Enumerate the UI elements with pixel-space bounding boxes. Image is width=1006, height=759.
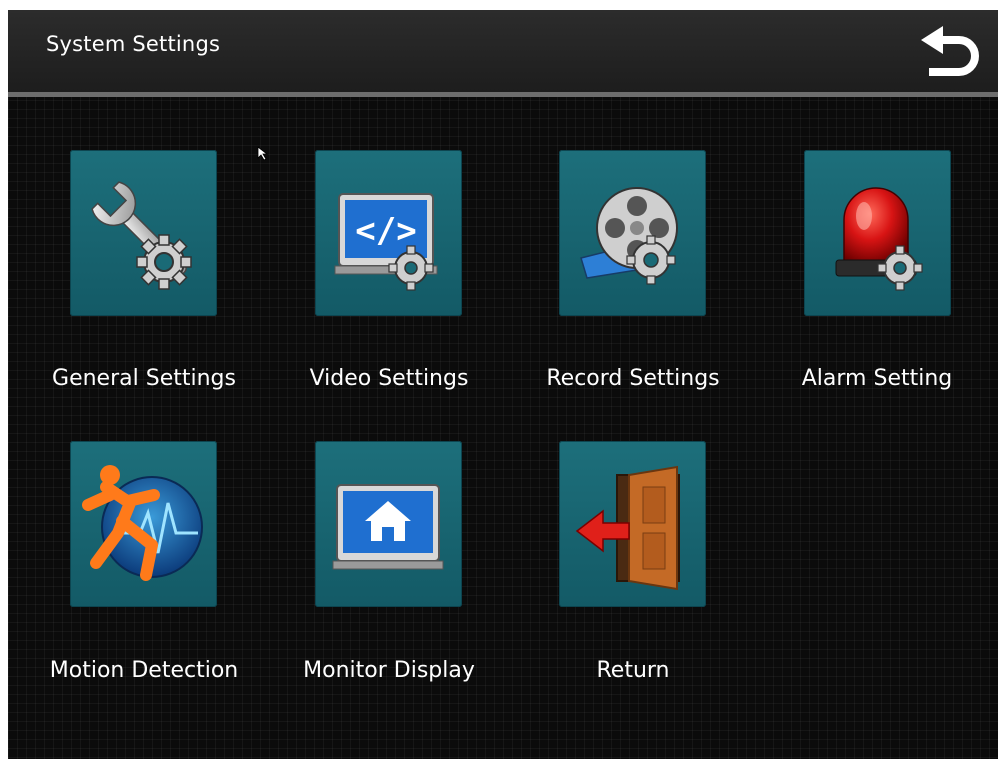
video-settings-button[interactable]: </> (315, 150, 462, 316)
return-label: Return (596, 658, 670, 683)
exit-door-icon (575, 465, 680, 591)
svg-text:</>: </> (355, 211, 416, 251)
general-settings-button[interactable] (70, 150, 217, 316)
record-settings-button[interactable] (559, 150, 706, 316)
wrench-gear-icon (91, 181, 192, 290)
return-button[interactable] (559, 441, 706, 607)
running-man-icon (82, 465, 203, 581)
mouse-cursor-icon (257, 146, 269, 161)
title-bar: System Settings (8, 10, 998, 92)
monitor-display-button[interactable] (315, 441, 462, 607)
video-settings-label: Video Settings (309, 366, 469, 391)
undo-arrow-icon (921, 26, 979, 76)
record-settings-label: Record Settings (546, 366, 720, 391)
motion-detection-button[interactable] (70, 441, 217, 607)
general-settings-label: General Settings (52, 366, 236, 391)
alarm-setting-button[interactable] (804, 150, 951, 316)
back-button[interactable] (913, 22, 985, 82)
header-divider (8, 92, 998, 97)
page-title: System Settings (46, 32, 221, 56)
alarm-setting-label: Alarm Setting (801, 366, 953, 391)
video-code-gear-icon: </> (334, 193, 438, 291)
monitor-home-icon (332, 484, 444, 570)
system-settings-screen: System Settings General Settings </> Vid… (8, 10, 998, 759)
motion-detection-label: Motion Detection (49, 658, 239, 683)
monitor-display-label: Monitor Display (303, 658, 475, 683)
siren-gear-icon (835, 187, 923, 291)
film-reel-gear-icon (580, 187, 678, 285)
